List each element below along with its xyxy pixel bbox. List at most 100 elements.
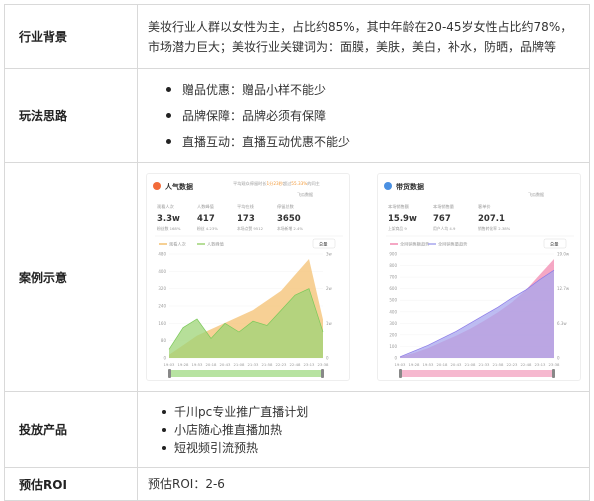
legend-label: 观看人次 <box>169 241 187 248</box>
x-tick-label: 20:43 <box>451 362 463 367</box>
x-tick-label: 23:38 <box>318 362 330 367</box>
text-line: 市场潜力巨大；美妆行业关键词为：面膜，美肤，美白，补水，防晒，品牌等 <box>148 39 557 54</box>
x-tick-label: 21:33 <box>248 362 260 367</box>
list-item: 小店随心推直播加热 <box>148 421 579 439</box>
row-strategy: 玩法思路 赠品优惠：赠品小样不能少 品牌保障：品牌必须有保障 直播互动：直播互动… <box>4 68 590 163</box>
stat-value: 3650 <box>277 214 301 224</box>
x-tick-label: 21:08 <box>465 362 477 367</box>
cart-icon <box>384 182 392 190</box>
y-tick-label: 400 <box>389 309 397 314</box>
legend-label: 全网销售额趋势 <box>400 241 430 248</box>
watermark: 飞瓜数据 <box>528 191 544 197</box>
bullet-list: 赠品优惠：赠品小样不能少 品牌保障：品牌必须有保障 直播互动：直播互动优惠不能少 <box>148 77 579 155</box>
x-tick-label: 23:13 <box>535 362 547 367</box>
row-label: 投放产品 <box>4 391 138 468</box>
x-tick-label: 19:53 <box>192 362 204 367</box>
y-tick-label: 900 <box>389 252 397 257</box>
y-tick-label: 400 <box>158 269 166 274</box>
y2-tick-label: 19.0w <box>557 252 570 257</box>
total-toggle-label: 总量 <box>550 241 558 248</box>
list-item: 千川pc专业推广直播计划 <box>148 403 579 421</box>
total-toggle-label: 总量 <box>319 241 327 248</box>
row-content: 预估ROI：2-6 <box>137 467 590 501</box>
row-content: 美妆行业人群以女性为主，占比约85%，其中年龄在20-45岁女性占比约78%， … <box>137 4 590 69</box>
y2-tick-label: 2w <box>326 286 333 291</box>
row-label: 预估ROI <box>4 467 138 501</box>
fire-icon <box>153 182 161 190</box>
y-tick-label: 0 <box>163 356 166 361</box>
stat-value: 3.3w <box>157 214 180 224</box>
range-handle-right <box>552 369 555 378</box>
stat-label: 本场销售量 <box>433 203 454 210</box>
x-tick-label: 21:33 <box>479 362 491 367</box>
x-tick-label: 21:58 <box>262 362 274 367</box>
popularity-chart: 人气数据 平均观众停留时长1分23秒超过55.33%的同主飞瓜数据观看人次 3.3w… <box>153 180 343 378</box>
x-tick-label: 23:38 <box>549 362 561 367</box>
y-tick-label: 300 <box>389 321 397 326</box>
stat-sub: 销售转化率 2.38% <box>478 226 511 231</box>
y-tick-label: 700 <box>389 275 397 280</box>
y2-tick-label: 6.3w <box>557 321 567 326</box>
x-tick-label: 19:53 <box>423 362 435 367</box>
stat-value: 207.1 <box>478 214 505 224</box>
y-tick-label: 240 <box>158 304 166 309</box>
row-products: 投放产品 千川pc专业推广直播计划 小店随心推直播加热 短视频引流预热 <box>4 391 590 468</box>
x-tick-label: 20:18 <box>437 362 449 367</box>
stat-value: 173 <box>237 214 255 224</box>
stat-value: 767 <box>433 214 451 224</box>
watermark: 飞瓜数据 <box>297 191 313 197</box>
y-tick-label: 0 <box>394 356 397 361</box>
stat-sub: 本场新增 2.4% <box>277 226 303 231</box>
list-item: 品牌保障：品牌必须有保障 <box>148 103 579 129</box>
row-background: 行业背景 美妆行业人群以女性为主，占比约85%，其中年龄在20-45岁女性占比约… <box>4 4 590 69</box>
range-slider <box>400 370 554 377</box>
row-content: 千川pc专业推广直播计划 小店随心推直播加热 短视频引流预热 <box>137 391 590 468</box>
chart-area: 人气数据 平均观众停留时长1分23秒超过55.33%的同主 飞瓜数据 观看人次 3.3w… <box>144 167 583 387</box>
stat-sub: 粉丝 4.23% <box>197 226 218 231</box>
range-slider <box>169 370 323 377</box>
stat-sub: 用户人均 4.9 <box>433 226 456 231</box>
series-area-全网销售量趋势 <box>400 270 554 358</box>
stat-label: 人数峰值 <box>197 203 214 210</box>
stat-value: 15.9w <box>388 214 417 224</box>
stat-label: 观看人次 <box>157 203 175 210</box>
legend-label: 人数峰值 <box>207 241 224 248</box>
y-tick-label: 500 <box>389 298 397 303</box>
row-label: 玩法思路 <box>4 68 138 163</box>
x-tick-label: 22:48 <box>521 362 533 367</box>
row-content: 赠品优惠：赠品小样不能少 品牌保障：品牌必须有保障 直播互动：直播互动优惠不能少 <box>137 68 590 163</box>
y2-tick-label: 0 <box>326 356 329 361</box>
range-handle-left <box>168 369 171 378</box>
stat-sub: 本场点赞 9512 <box>237 226 264 231</box>
x-tick-label: 19:03 <box>164 362 176 367</box>
stat-label: 本场销售额 <box>388 203 410 210</box>
y2-tick-label: 1w <box>326 321 333 326</box>
sales-panel: 带货数据 飞瓜数据 本场销售额 15.9w 上架商品 9 本场销售量 767 用户人均 4.9… <box>377 173 581 381</box>
y-tick-label: 480 <box>158 252 166 257</box>
stat-label: 客单价 <box>478 203 491 210</box>
legend-label: 全网销售量趋势 <box>438 241 468 248</box>
row-roi: 预估ROI 预估ROI：2-6 <box>4 467 590 501</box>
y-tick-label: 160 <box>158 321 166 326</box>
stat-label: 停留总数 <box>277 203 295 210</box>
y2-tick-label: 0 <box>557 356 560 361</box>
range-handle-left <box>399 369 402 378</box>
y2-tick-label: 3w <box>326 252 333 257</box>
row-label: 案例示意 <box>4 162 138 392</box>
x-tick-label: 23:13 <box>304 362 316 367</box>
y-tick-label: 800 <box>389 263 397 268</box>
x-tick-label: 19:28 <box>178 362 190 367</box>
x-tick-label: 22:23 <box>276 362 288 367</box>
sales-chart: 带货数据飞瓜数据本场销售额 15.9w 上架商品 9 本场销售量 767 用户人均 4.9… <box>384 182 574 378</box>
y-tick-label: 80 <box>161 338 167 343</box>
list-item: 短视频引流预热 <box>148 439 579 457</box>
x-tick-label: 22:23 <box>507 362 519 367</box>
text-line: 美妆行业人群以女性为主，占比约85%，其中年龄在20-45岁女性占比约78%， <box>148 19 573 34</box>
row-case: 案例示意 人气数据 平均观众停留时长1分23秒超过55.33%的同主 飞瓜数据 观看人… <box>4 162 590 392</box>
y-tick-label: 320 <box>158 286 166 291</box>
y-tick-label: 600 <box>389 286 397 291</box>
range-handle-right <box>321 369 324 378</box>
panel-title: 带货数据 <box>396 182 424 191</box>
x-tick-label: 22:48 <box>290 362 302 367</box>
y-tick-label: 200 <box>389 332 397 337</box>
